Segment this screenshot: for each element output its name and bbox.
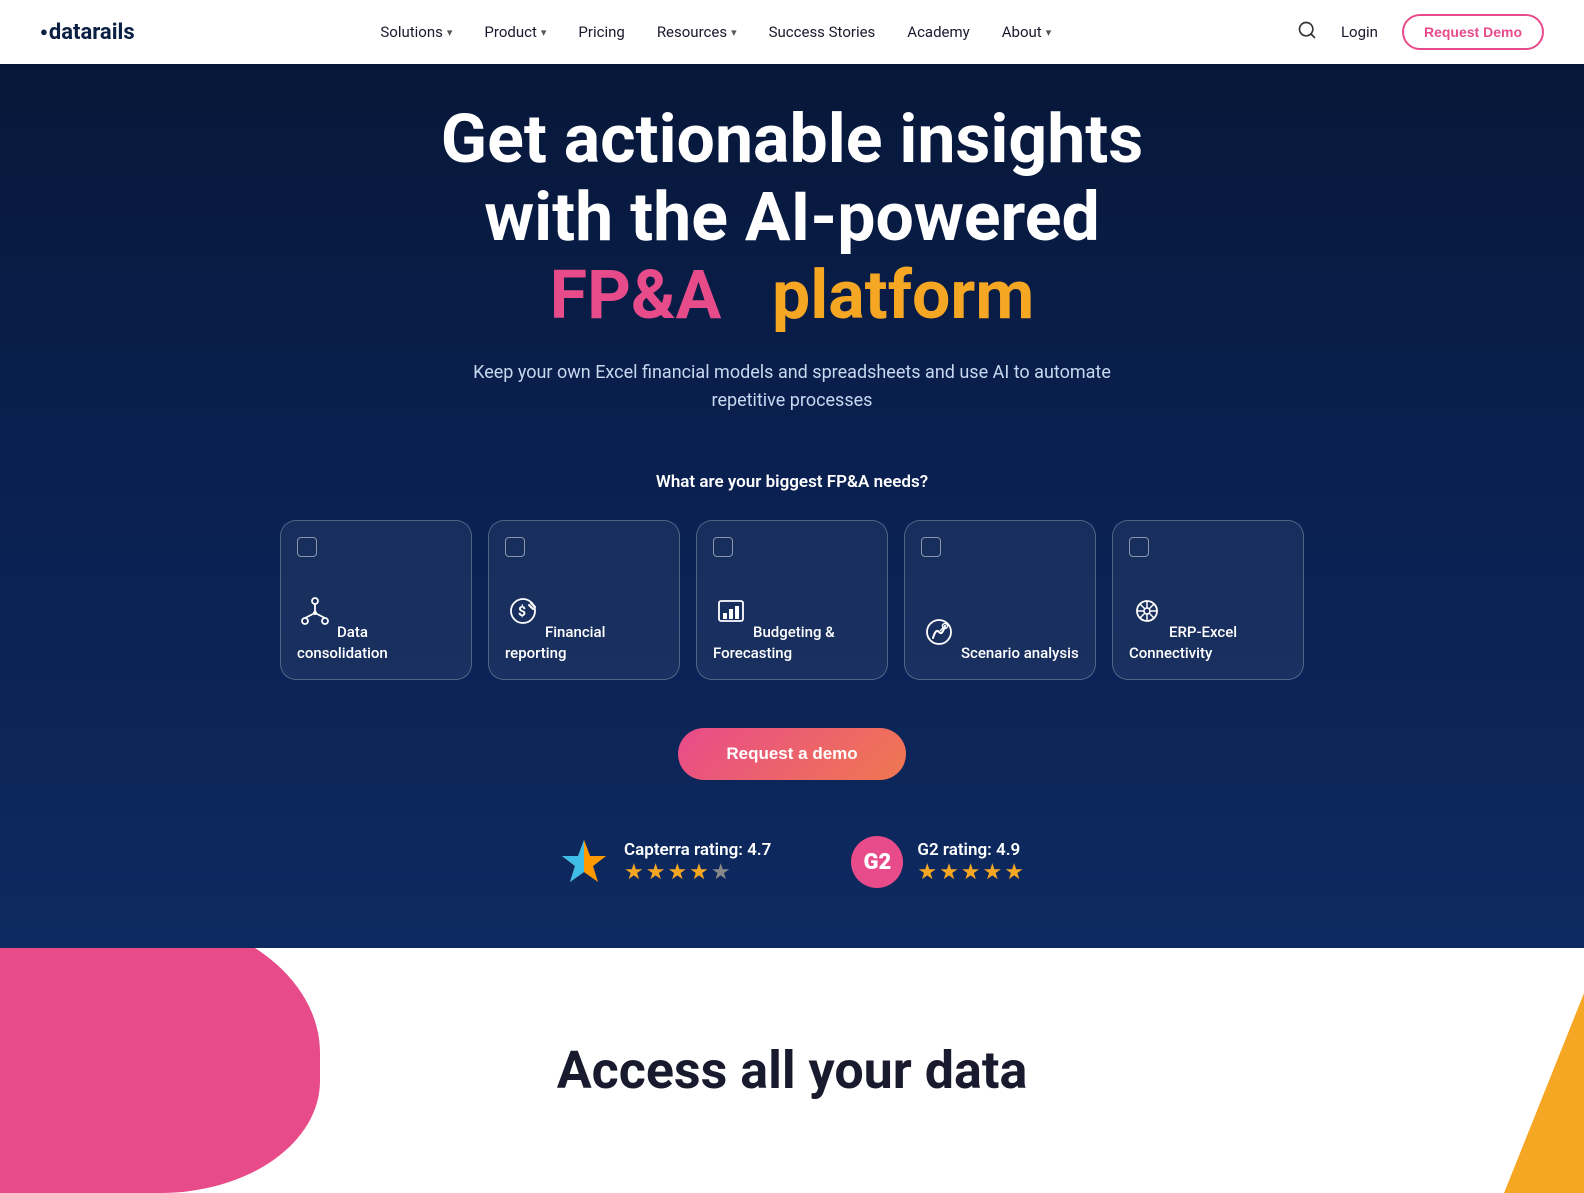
- card-budgeting-forecasting[interactable]: Budgeting & Forecasting: [696, 520, 888, 680]
- card-data-consolidation[interactable]: Data consolidation: [280, 520, 472, 680]
- nav-product[interactable]: Product ▾: [484, 23, 546, 41]
- hero-section: Get actionable insights with the AI-powe…: [0, 0, 1584, 948]
- erp-icon: [1129, 593, 1165, 629]
- chevron-down-icon: ▾: [1046, 26, 1052, 39]
- capterra-stars: ★★★★★: [624, 860, 771, 885]
- reporting-icon: $: [505, 593, 541, 629]
- g2-rating: G2 G2 rating: 4.9 ★★★★★: [851, 836, 1026, 888]
- capterra-name: Capterra rating: 4.7: [624, 840, 771, 860]
- logo[interactable]: ● datarails: [40, 20, 135, 45]
- nav-demo-button[interactable]: Request Demo: [1402, 14, 1544, 50]
- g2-stars: ★★★★★: [917, 860, 1026, 885]
- g2-logo: G2: [851, 836, 903, 888]
- nav-links: Solutions ▾ Product ▾ Pricing Resources …: [380, 23, 1051, 41]
- card-checkbox[interactable]: [1129, 537, 1149, 557]
- svg-text:$: $: [518, 603, 526, 620]
- consolidation-icon: [297, 593, 333, 629]
- lower-section: Access all your data: [0, 948, 1584, 1193]
- card-checkbox[interactable]: [505, 537, 525, 557]
- card-financial-reporting[interactable]: $ Financial reporting: [488, 520, 680, 680]
- hero-title: Get actionable insights with the AI-powe…: [441, 100, 1143, 335]
- decorative-pink-blob: [0, 948, 320, 1193]
- card-scenario-analysis[interactable]: Scenario analysis: [904, 520, 1096, 680]
- card-label: Scenario analysis: [961, 644, 1079, 662]
- nav-about[interactable]: About ▾: [1002, 23, 1051, 41]
- nav-actions: Login Request Demo: [1297, 14, 1544, 50]
- nav-resources[interactable]: Resources ▾: [657, 23, 737, 41]
- nav-success-stories[interactable]: Success Stories: [769, 23, 876, 41]
- ratings-row: Capterra rating: 4.7 ★★★★★ G2 G2 rating:…: [558, 836, 1026, 888]
- card-checkbox[interactable]: [297, 537, 317, 557]
- capterra-rating: Capterra rating: 4.7 ★★★★★: [558, 836, 771, 888]
- search-icon[interactable]: [1297, 20, 1317, 45]
- nav-academy[interactable]: Academy: [907, 23, 969, 41]
- nav-solutions[interactable]: Solutions ▾: [380, 23, 452, 41]
- lower-title: Access all your data: [557, 1040, 1028, 1101]
- card-checkbox[interactable]: [921, 537, 941, 557]
- login-link[interactable]: Login: [1341, 23, 1378, 41]
- capterra-logo: [558, 836, 610, 888]
- card-erp-excel[interactable]: ERP-Excel Connectivity: [1112, 520, 1304, 680]
- decorative-yellow-blob: [1384, 993, 1584, 1193]
- hero-subtitle: Keep your own Excel financial models and…: [472, 359, 1112, 417]
- fpa-question: What are your biggest FP&A needs?: [656, 472, 928, 492]
- needs-cards: Data consolidation $ Financial reporting: [280, 520, 1304, 680]
- scenario-icon: [921, 614, 957, 650]
- chevron-down-icon: ▾: [541, 26, 547, 39]
- chevron-down-icon: ▾: [731, 26, 737, 39]
- g2-name: G2 rating: 4.9: [917, 840, 1026, 860]
- nav-pricing[interactable]: Pricing: [578, 23, 624, 41]
- navbar: ● datarails Solutions ▾ Product ▾ Pricin…: [0, 0, 1584, 64]
- hero-demo-button[interactable]: Request a demo: [678, 728, 905, 780]
- card-checkbox[interactable]: [713, 537, 733, 557]
- chevron-down-icon: ▾: [447, 26, 453, 39]
- budgeting-icon: [713, 593, 749, 629]
